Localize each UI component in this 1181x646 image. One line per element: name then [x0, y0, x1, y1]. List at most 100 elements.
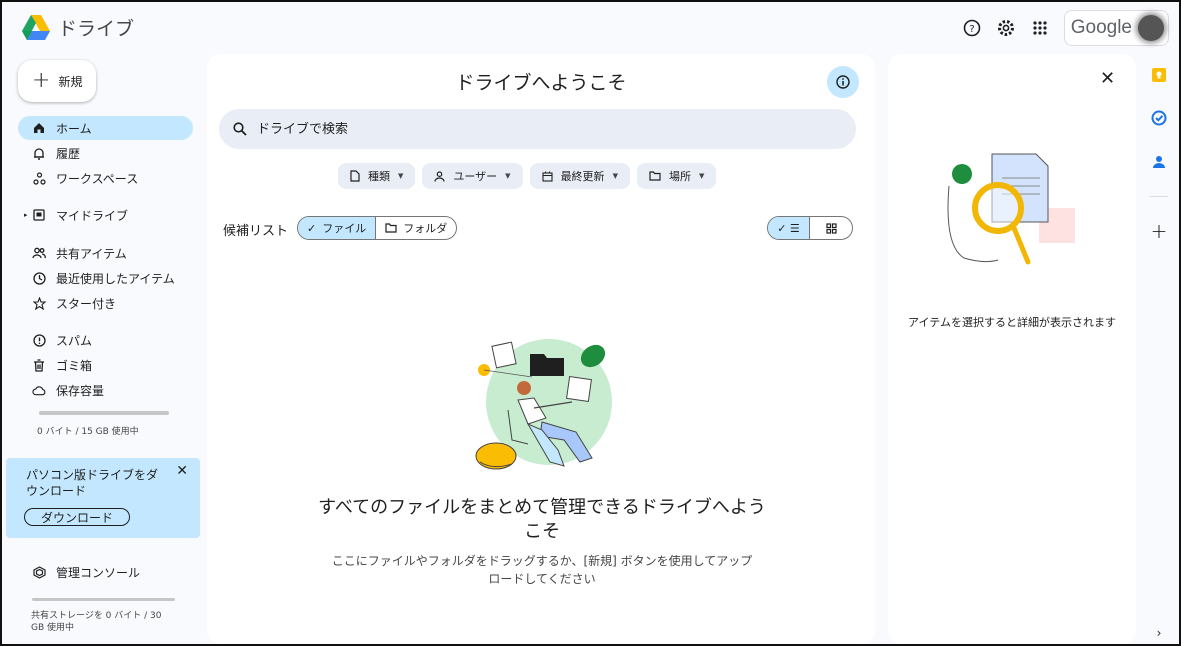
sidebar-item-label: ホーム: [56, 121, 92, 136]
filter-label: ユーザー: [453, 170, 498, 183]
view-toggle: ✓ ☰: [767, 216, 853, 240]
trash-icon: [32, 358, 46, 372]
clock-icon: [32, 271, 46, 285]
new-button[interactable]: + 新規: [18, 60, 96, 102]
account-button[interactable]: Google: [1063, 10, 1169, 46]
person-icon: [434, 170, 445, 182]
empty-state-subtitle: ここにファイルやフォルダをドラッグするか、[新規] ボタンを使用してアップロード…: [331, 554, 753, 586]
expand-icon[interactable]: ▸: [24, 211, 28, 219]
chevron-down-icon: ▼: [505, 172, 511, 180]
sidebar-item-label: スパム: [56, 333, 93, 348]
segment-files[interactable]: ✓ ファイル: [298, 217, 377, 239]
filter-user[interactable]: ユーザー ▼: [422, 163, 523, 189]
filter-label: 場所: [668, 170, 691, 183]
star-icon: [32, 296, 46, 310]
sidebar-item-label: スター付き: [56, 296, 117, 311]
help-icon[interactable]: ?: [962, 18, 982, 38]
segment-label: ファイル: [322, 222, 367, 235]
sidebar-item-spam[interactable]: スパム: [18, 328, 193, 352]
sidebar-item-label: 最近使用したアイテム: [56, 271, 175, 286]
home-icon: [32, 121, 46, 135]
list-view-button[interactable]: ✓ ☰: [768, 217, 810, 239]
main-panel: ドライブへようこそ 種類 ▼ ユーザー ▼ 最終更新 ▼ 場所 ▼ 候補リスト: [207, 54, 875, 644]
workspace-icon: [32, 171, 46, 185]
sidebar-item-history[interactable]: 履歴: [18, 141, 193, 165]
admin-shield-icon: [32, 565, 46, 579]
info-button[interactable]: [827, 66, 859, 98]
desktop-download-promo: パソコン版ドライブをダウンロード ✕ ダウンロード: [6, 458, 200, 538]
chevron-down-icon: ▼: [612, 172, 618, 180]
info-icon: [836, 75, 850, 89]
sidebar-item-label: マイドライブ: [56, 208, 129, 223]
contacts-icon[interactable]: [1150, 153, 1168, 171]
add-addon-icon[interactable]: +: [1150, 219, 1168, 243]
download-button[interactable]: ダウンロード: [24, 508, 130, 526]
shared-storage-text: 共有ストレージを 0 バイト / 30 GB 使用中: [31, 611, 162, 633]
search-input[interactable]: [257, 121, 757, 137]
candidates-label: 候補リスト: [223, 224, 289, 239]
grid-view-button[interactable]: [810, 217, 852, 239]
search-bar[interactable]: [219, 109, 856, 149]
plus-icon: +: [32, 68, 51, 93]
file-icon: [350, 170, 360, 182]
storage-bar: [39, 411, 169, 415]
filter-modified[interactable]: 最終更新 ▼: [529, 163, 630, 189]
sidebar-item-label: ゴミ箱: [56, 358, 93, 373]
filter-label: 種類: [368, 170, 390, 183]
sidebar-item-home[interactable]: ホーム: [18, 116, 193, 140]
search-icon: [233, 122, 247, 136]
close-icon[interactable]: ✕: [1100, 68, 1115, 89]
storage-usage-text: 0 バイト / 15 GB 使用中: [37, 427, 139, 437]
top-bar: ドライブ ? Google: [2, 2, 1179, 52]
filter-type[interactable]: 種類 ▼: [338, 163, 416, 189]
svg-text:?: ?: [969, 24, 974, 35]
sidebar-item-storage[interactable]: 保存容量: [18, 378, 193, 402]
chevron-down-icon: ▼: [698, 172, 705, 180]
spam-icon: [32, 333, 46, 347]
sidebar-item-my-drive[interactable]: ▸ マイドライブ: [18, 203, 193, 227]
details-illustration: [947, 153, 1075, 265]
sidebar-item-shared[interactable]: 共有アイテム: [18, 241, 193, 265]
tasks-icon[interactable]: [1150, 109, 1168, 127]
sidebar: + 新規 ホーム 履歴 ワークスペース ▸ マイドライブ 共有アイテム 最近使用…: [2, 52, 202, 646]
folder-icon: [649, 171, 661, 181]
filter-label: 最終更新: [560, 170, 605, 183]
gear-icon[interactable]: [996, 18, 1016, 38]
rail-divider: [1150, 196, 1168, 197]
segment-folders[interactable]: フォルダ: [376, 217, 456, 239]
drive-logo[interactable]: ドライブ: [22, 14, 134, 41]
drive-logo-icon: [22, 15, 50, 40]
avatar: [1138, 15, 1164, 41]
keep-icon[interactable]: [1150, 66, 1168, 84]
sidebar-item-trash[interactable]: ゴミ箱: [18, 353, 193, 377]
page-title: ドライブへようこそ: [455, 72, 627, 94]
close-icon[interactable]: ✕: [176, 463, 188, 479]
sidebar-item-starred[interactable]: スター付き: [18, 291, 193, 315]
my-drive-icon: [32, 208, 46, 222]
people-icon: [32, 246, 46, 260]
side-rail: + ›: [1140, 54, 1178, 644]
bell-icon: [32, 146, 46, 160]
admin-console-link[interactable]: 管理コンソール: [18, 560, 193, 584]
filter-location[interactable]: 場所 ▼: [636, 163, 717, 189]
new-label: 新規: [58, 74, 83, 89]
promo-text: パソコン版ドライブをダウンロード: [26, 468, 159, 498]
segment-label: フォルダ: [403, 222, 448, 235]
sidebar-item-label: 保存容量: [56, 383, 105, 398]
grid-view-icon: [825, 222, 837, 234]
admin-console-label: 管理コンソール: [56, 565, 141, 580]
folder-icon: [385, 223, 397, 233]
suggestion-segment: ✓ ファイル フォルダ: [297, 216, 458, 240]
welcome-illustration: [475, 339, 612, 470]
check-icon: ✓: [307, 221, 317, 235]
sidebar-item-recent[interactable]: 最近使用したアイテム: [18, 266, 193, 290]
sidebar-item-workspace[interactable]: ワークスペース: [18, 166, 193, 190]
chevron-right-icon[interactable]: ›: [1150, 624, 1168, 642]
list-view-icon: ✓ ☰: [777, 221, 800, 235]
cloud-icon: [32, 383, 46, 397]
sidebar-item-label: ワークスペース: [56, 171, 139, 186]
calendar-icon: [542, 171, 553, 182]
details-empty-text: アイテムを選択すると詳細が表示されます: [908, 316, 1116, 329]
apps-grid-icon[interactable]: [1030, 18, 1050, 38]
chevron-down-icon: ▼: [398, 172, 404, 180]
